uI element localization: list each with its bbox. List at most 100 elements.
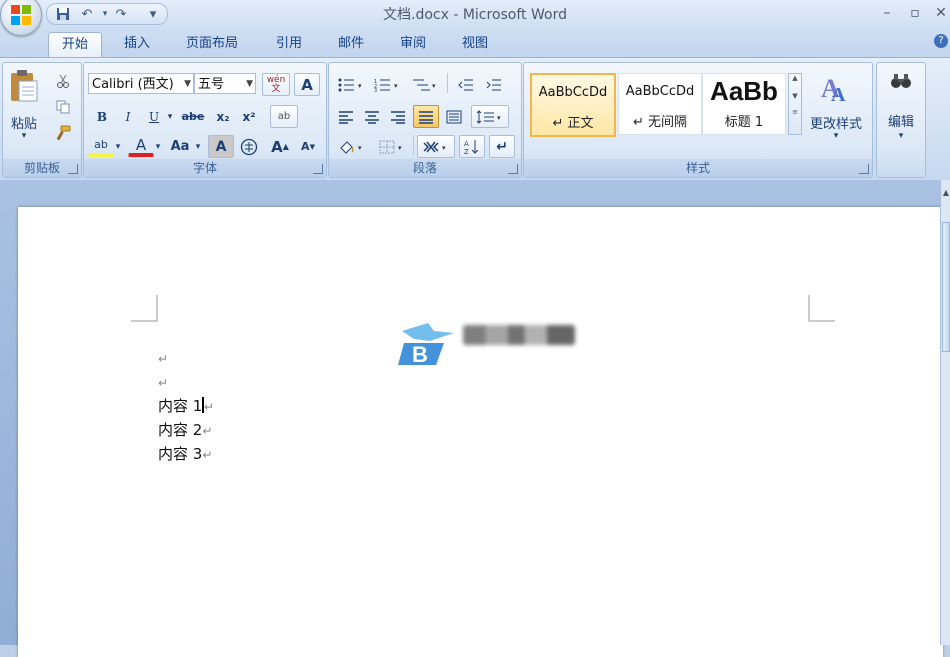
document-area: B ↵ ↵ 内容 1 ↵ 内容 2↵ 内容 3↵: [0, 180, 943, 657]
underline-dropdown-icon[interactable]: ▾: [164, 105, 176, 128]
scroll-up-icon[interactable]: ▲: [789, 74, 801, 82]
style-heading-1[interactable]: AaBb 标题 1: [702, 73, 786, 135]
justify-icon[interactable]: [413, 105, 439, 128]
strikethrough-button[interactable]: abe: [178, 105, 208, 128]
highlight-button[interactable]: ab: [88, 135, 114, 157]
cut-icon[interactable]: [51, 69, 75, 92]
empty-paragraph[interactable]: ↵: [158, 347, 168, 369]
svg-text:▾: ▾: [394, 82, 398, 90]
shrink-font-button[interactable]: A ▼: [294, 135, 322, 158]
clipboard-dialog-launcher[interactable]: [68, 164, 78, 174]
style-no-spacing[interactable]: AaBbCcDd ↵ 无间隔: [618, 73, 702, 135]
highlight-dropdown-icon[interactable]: ▾: [112, 135, 124, 158]
style-normal[interactable]: AaBbCcDd ↵ 正文: [530, 73, 616, 137]
character-border-button[interactable]: A: [294, 73, 320, 96]
align-left-icon[interactable]: [333, 105, 359, 128]
maximize-button[interactable]: ▫: [902, 2, 928, 24]
tab-references[interactable]: 引用: [264, 32, 314, 58]
shading-icon[interactable]: ▾: [333, 135, 371, 158]
clear-formatting-button[interactable]: ab: [270, 105, 298, 128]
ribbon-tabs: 开始 插入 页面布局 引用 邮件 审阅 视图: [0, 28, 950, 59]
borders-icon[interactable]: ▾: [373, 135, 411, 158]
show-marks-icon[interactable]: ↵: [489, 135, 515, 158]
tab-home[interactable]: 开始: [48, 32, 102, 59]
italic-button[interactable]: I: [116, 105, 140, 128]
styles-gallery-scroll[interactable]: ▲ ▼ ≡: [788, 73, 802, 135]
scroll-up-icon[interactable]: ▲: [941, 188, 950, 200]
minimize-button[interactable]: –: [874, 2, 900, 24]
paste-button[interactable]: 粘贴 ▾: [6, 67, 42, 143]
font-group: Calibri (西文) ▼ 五号 ▼ wén 文 A B I U ▾ abe …: [83, 62, 327, 178]
office-logo-icon: [11, 5, 31, 25]
svg-text:▾: ▾: [442, 144, 446, 152]
paste-icon: [11, 70, 38, 102]
font-color-button[interactable]: A: [128, 135, 154, 157]
margin-corner-top-right: [808, 295, 835, 322]
more-icon[interactable]: ≡: [789, 108, 801, 116]
paste-dropdown-icon[interactable]: ▾: [6, 131, 42, 141]
clipboard-group: 粘贴 ▾ 剪贴板: [2, 62, 82, 178]
svg-text:▾: ▾: [432, 82, 436, 90]
vertical-scrollbar[interactable]: ▲: [940, 180, 950, 645]
content-line[interactable]: 内容 3↵: [158, 443, 212, 465]
font-size-combo[interactable]: 五号 ▼: [194, 73, 256, 94]
tab-insert[interactable]: 插入: [112, 32, 162, 58]
empty-paragraph[interactable]: ↵: [158, 371, 168, 393]
close-button[interactable]: ✕: [928, 2, 950, 24]
style-name: ↵ 正文: [552, 116, 594, 131]
line-spacing-icon[interactable]: ▾: [471, 105, 509, 128]
style-name: 标题 1: [724, 115, 764, 130]
styles-group: AaBbCcDd ↵ 正文 AaBbCcDd ↵ 无间隔 AaBb 标题 1 ▲…: [523, 62, 873, 178]
sort-icon[interactable]: AZ: [459, 135, 485, 158]
numbering-icon[interactable]: 1 2 3 ▾: [369, 73, 405, 96]
bold-button[interactable]: B: [90, 105, 114, 128]
tab-mailings[interactable]: 邮件: [326, 32, 376, 58]
phonetic-guide-button[interactable]: wén 文: [262, 73, 290, 96]
paragraph-dialog-launcher[interactable]: [508, 164, 518, 174]
font-size-value: 五号: [198, 77, 225, 92]
font-name-combo[interactable]: Calibri (西文) ▼: [88, 73, 194, 94]
help-icon[interactable]: ?: [934, 34, 948, 48]
grow-font-button[interactable]: A ▲: [266, 135, 294, 158]
multilevel-list-icon[interactable]: ▾: [407, 73, 443, 96]
enclose-characters-button[interactable]: [236, 135, 262, 158]
scroll-down-icon[interactable]: ▼: [789, 92, 801, 100]
paragraph-mark: ↵: [203, 400, 214, 414]
increase-indent-icon[interactable]: [481, 73, 507, 96]
content-line-text: 内容 2: [158, 421, 203, 439]
font-dialog-launcher[interactable]: [313, 164, 323, 174]
align-center-icon[interactable]: [359, 105, 385, 128]
format-painter-icon[interactable]: [51, 121, 75, 144]
tab-view[interactable]: 视图: [450, 32, 500, 58]
shrink-font-label: A: [301, 140, 310, 153]
change-case-dropdown-icon[interactable]: ▾: [192, 135, 204, 158]
binoculars-icon: [891, 74, 911, 88]
paste-label: 粘贴: [10, 117, 37, 132]
underline-button[interactable]: U: [142, 105, 166, 128]
copy-icon[interactable]: [51, 95, 75, 118]
align-right-icon[interactable]: [385, 105, 411, 128]
editing-button[interactable]: 编辑 ▾: [879, 69, 923, 149]
content-line-text: 内容 3: [158, 445, 203, 463]
distributed-icon[interactable]: [441, 105, 467, 128]
change-styles-button[interactable]: A A 更改样式 ▾: [806, 69, 866, 153]
change-styles-icon: A A: [821, 74, 846, 105]
tab-review[interactable]: 审阅: [388, 32, 438, 58]
font-color-dropdown-icon[interactable]: ▾: [152, 135, 164, 158]
bullets-icon[interactable]: ▾: [333, 73, 369, 96]
superscript-button[interactable]: x²: [236, 105, 262, 128]
character-shading-button[interactable]: A: [208, 135, 234, 158]
chinese-layout-icon[interactable]: ▾: [417, 135, 455, 158]
content-line[interactable]: 内容 2↵: [158, 419, 212, 441]
scrollbar-thumb[interactable]: [942, 222, 950, 352]
change-case-button[interactable]: Aa: [166, 135, 194, 158]
decrease-indent-icon[interactable]: [453, 73, 479, 96]
content-line[interactable]: 内容 1 ↵: [158, 395, 214, 417]
styles-dialog-launcher[interactable]: [859, 164, 869, 174]
chevron-down-icon: ▼: [184, 79, 191, 89]
tab-page-layout[interactable]: 页面布局: [176, 32, 248, 58]
document-page[interactable]: B ↵ ↵ 内容 1 ↵ 内容 2↵ 内容 3↵: [18, 207, 943, 657]
subscript-button[interactable]: x₂: [210, 105, 236, 128]
styles-group-label: 样式: [524, 159, 872, 177]
svg-text:▾: ▾: [398, 144, 402, 152]
